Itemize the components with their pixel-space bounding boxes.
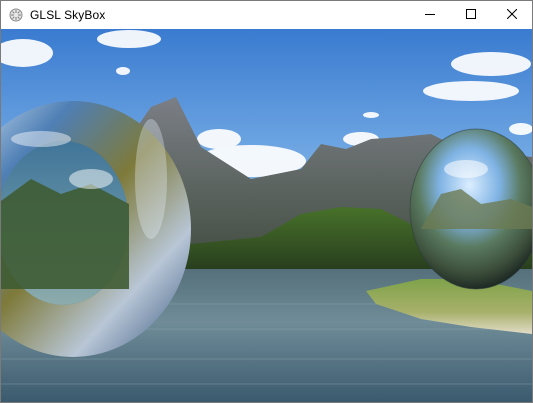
maximize-icon	[465, 6, 476, 24]
minimize-icon	[424, 6, 435, 24]
minimize-button[interactable]	[409, 1, 450, 29]
app-window: GLSL SkyBox	[0, 0, 533, 403]
title-bar[interactable]: GLSL SkyBox	[1, 1, 532, 29]
render-viewport[interactable]	[1, 29, 532, 402]
skybox-scene	[1, 29, 532, 402]
window-title: GLSL SkyBox	[30, 8, 106, 22]
reflective-sphere	[409, 128, 532, 290]
window-controls	[409, 1, 532, 29]
close-button[interactable]	[491, 1, 532, 29]
maximize-button[interactable]	[450, 1, 491, 29]
close-icon	[506, 6, 517, 24]
app-icon	[9, 8, 23, 22]
